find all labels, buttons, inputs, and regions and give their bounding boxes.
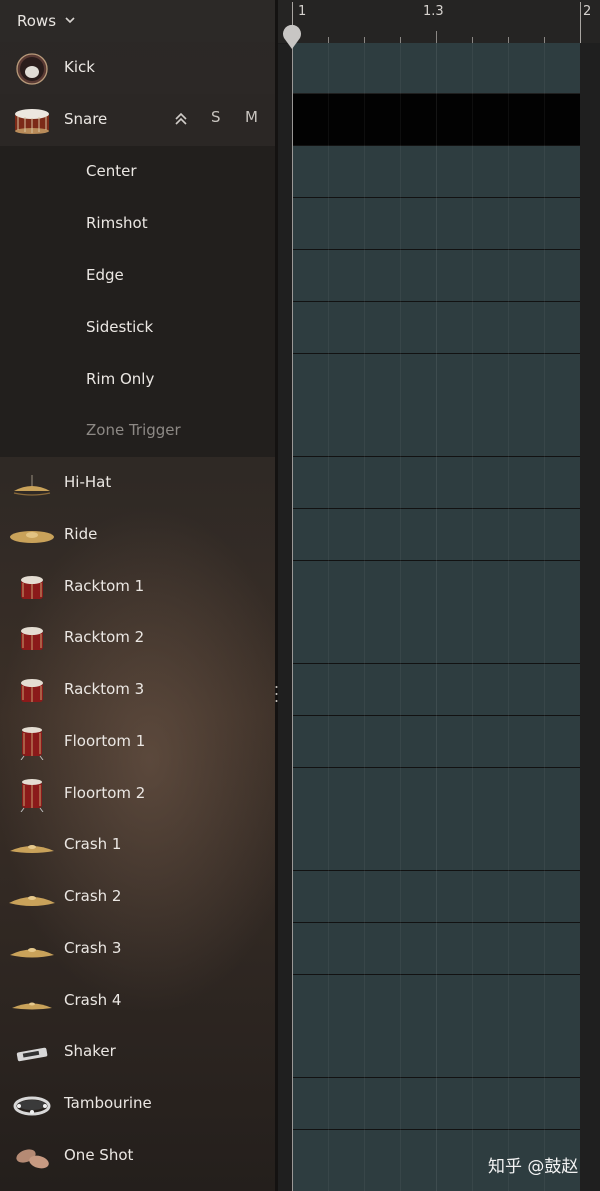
watermark-text: 知乎 @鼓赵 xyxy=(488,1157,579,1177)
row-label: Racktom 3 xyxy=(64,680,145,698)
chevron-down-icon[interactable] xyxy=(64,14,76,26)
row-floortom-1[interactable]: Floortom 1 xyxy=(0,716,275,768)
snare-drum-icon xyxy=(15,109,49,134)
crash-cymbal-icon xyxy=(10,948,54,958)
row-label: One Shot xyxy=(64,1146,134,1164)
shaker-icon xyxy=(16,1047,48,1062)
row-label: Zone Trigger xyxy=(86,421,181,439)
one-shot-icon xyxy=(16,1149,49,1169)
row-label: Hi-Hat xyxy=(64,473,112,491)
row-label: Shaker xyxy=(64,1042,116,1060)
beat-gridline xyxy=(400,43,401,1191)
row-snare-zone-trigger[interactable]: Zone Trigger xyxy=(0,405,275,457)
playhead-handle-icon[interactable] xyxy=(282,22,302,50)
row-label: Floortom 1 xyxy=(64,732,146,750)
row-one-shot[interactable]: One Shot xyxy=(0,1130,275,1182)
beat-gridline xyxy=(364,43,365,1191)
row-shaker[interactable]: Shaker xyxy=(0,1026,275,1078)
rows-header[interactable]: Rows xyxy=(0,0,275,42)
row-snare-center[interactable]: Center xyxy=(0,146,275,198)
ruler-tick xyxy=(580,2,581,43)
beat-gridline xyxy=(436,43,437,1191)
row-label: Racktom 1 xyxy=(64,577,145,595)
row-label: Sidestick xyxy=(86,318,154,336)
row-label: Floortom 2 xyxy=(64,784,146,802)
beat-gridline xyxy=(328,43,329,1191)
row-tambourine[interactable]: Tambourine xyxy=(0,1078,275,1130)
playhead-line xyxy=(292,30,293,1191)
ruler-label-bar-1: 1 xyxy=(298,4,307,19)
collapse-icon[interactable] xyxy=(174,112,188,126)
row-racktom-1[interactable]: Racktom 1 xyxy=(0,561,275,613)
row-snare[interactable]: Snare S M xyxy=(0,94,275,146)
racktom-icon xyxy=(21,576,43,599)
row-label: Tambourine xyxy=(64,1094,152,1112)
row-label: Crash 1 xyxy=(64,835,122,853)
row-floortom-2[interactable]: Floortom 2 xyxy=(0,768,275,820)
racktom-icon xyxy=(21,679,43,702)
row-label: Edge xyxy=(86,266,124,284)
row-label: Kick xyxy=(64,58,95,76)
row-ride[interactable]: Ride xyxy=(0,509,275,561)
row-label: Crash 3 xyxy=(64,939,122,957)
row-label: Crash 2 xyxy=(64,887,122,905)
beat-gridline xyxy=(472,43,473,1191)
beat-gridline xyxy=(508,43,509,1191)
row-crash-1[interactable]: Crash 1 xyxy=(0,819,275,871)
mute-button[interactable]: M xyxy=(245,108,258,126)
row-label: Ride xyxy=(64,525,98,543)
row-label: Racktom 2 xyxy=(64,628,145,646)
row-label: Rimshot xyxy=(86,214,148,232)
floortom-icon xyxy=(20,779,44,812)
ruler-label-1-3: 1.3 xyxy=(423,4,444,19)
solo-button[interactable]: S xyxy=(211,108,221,126)
crash-cymbal-icon xyxy=(12,1002,52,1010)
row-snare-rim-only[interactable]: Rim Only xyxy=(0,354,275,406)
racktom-icon xyxy=(21,627,43,650)
floortom-icon xyxy=(20,727,44,760)
kick-drum-icon xyxy=(16,53,48,85)
ride-cymbal-icon xyxy=(10,531,54,543)
row-racktom-3[interactable]: Racktom 3 xyxy=(0,664,275,716)
row-label: Snare xyxy=(64,110,108,128)
ruler-tick xyxy=(436,31,437,43)
row-snare-rimshot[interactable]: Rimshot xyxy=(0,198,275,250)
crash-cymbal-icon xyxy=(9,896,55,906)
row-crash-4[interactable]: Crash 4 xyxy=(0,975,275,1027)
beat-gridline xyxy=(544,43,545,1191)
row-crash-2[interactable]: Crash 2 xyxy=(0,871,275,923)
pattern-grid-panel: 1 1.3 2 xyxy=(278,0,600,1191)
row-label: Crash 4 xyxy=(64,991,122,1009)
row-label: Center xyxy=(86,162,137,180)
row-snare-sidestick[interactable]: Sidestick xyxy=(0,302,275,354)
hi-hat-icon xyxy=(13,475,51,496)
row-racktom-2[interactable]: Racktom 2 xyxy=(0,612,275,664)
row-kick[interactable]: Kick xyxy=(0,42,275,94)
crash-cymbal-icon xyxy=(10,845,54,853)
timeline-ruler[interactable]: 1 1.3 2 xyxy=(278,0,600,44)
rows-panel: Rows Kick Snare S M Center Rimshot Edge … xyxy=(0,0,275,1191)
rows-menu-label[interactable]: Rows xyxy=(17,12,56,30)
row-snare-edge[interactable]: Edge xyxy=(0,250,275,302)
ruler-label-bar-2: 2 xyxy=(583,4,592,19)
row-hi-hat[interactable]: Hi-Hat xyxy=(0,457,275,509)
tambourine-icon xyxy=(13,1096,51,1116)
grid-end-margin xyxy=(580,43,600,1191)
row-crash-3[interactable]: Crash 3 xyxy=(0,923,275,975)
row-label: Rim Only xyxy=(86,370,155,388)
